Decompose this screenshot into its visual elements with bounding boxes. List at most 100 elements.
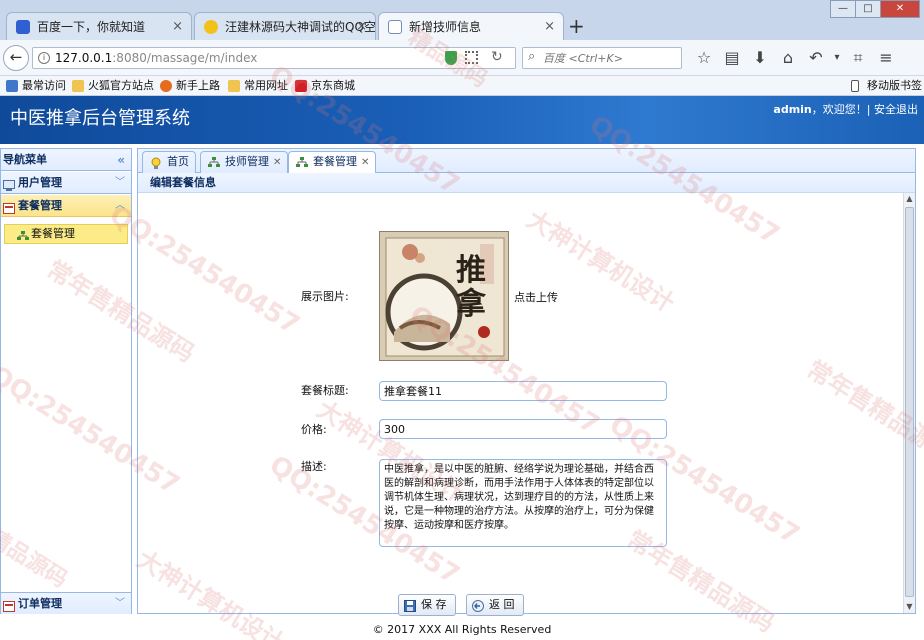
user-info: admin，欢迎您！| 安全退出 [773, 102, 918, 118]
nav-group-packages[interactable]: 套餐管理 ︿ [1, 195, 131, 217]
price-label: 价格: [301, 423, 327, 436]
menu-icon[interactable]: ≡ [872, 48, 900, 68]
home-icon[interactable]: ⌂ [774, 48, 802, 68]
close-icon[interactable]: × [172, 13, 183, 40]
price-input[interactable] [379, 419, 667, 439]
tree-icon [17, 229, 29, 240]
download-icon[interactable]: ⬇ [746, 48, 774, 68]
toolbar-icons: ☆ ▤ ⬇ ⌂ ↶ ▾ ⌗ ≡ [690, 48, 900, 68]
browser-tab-title: 百度一下，你就知道 [37, 20, 146, 34]
browser-tab-title: 汪建林源码大神调试的QQ空 [225, 20, 376, 34]
username: admin [773, 103, 812, 116]
bookmark-newbie[interactable]: 新手上路 [158, 78, 220, 94]
nav-group-orders[interactable]: 订单管理 ﹀ [1, 592, 131, 614]
title-label: 套餐标题: [301, 384, 349, 397]
package-image-preview[interactable]: 推拿 [379, 231, 509, 361]
title-input[interactable] [379, 381, 667, 401]
browser-tab-strip: 百度一下，你就知道 × 汪建林源码大神调试的QQ空 × 新增技师信息 × + —… [0, 0, 924, 41]
save-icon [404, 599, 416, 612]
welcome-text: ，欢迎您！| [811, 103, 871, 116]
tree-icon [208, 156, 220, 168]
scroll-thumb[interactable] [905, 207, 914, 597]
info-icon[interactable]: i [38, 52, 50, 64]
close-icon[interactable]: × [544, 13, 555, 41]
close-icon[interactable]: × [356, 13, 367, 40]
baidu-paw-icon [16, 20, 30, 34]
back-button[interactable]: 返 回 [466, 594, 524, 616]
nav-panel: 导航菜单 « 用户管理 ﹀ 套餐管理 ︿ 套餐管理 订单管理 ﹀ [0, 148, 132, 614]
page-icon [388, 20, 402, 34]
bookmarks-bar: 最常访问 火狐官方站点 新手上路 常用网址 京东商城 移动版书签 [0, 76, 924, 96]
close-icon[interactable]: ✕ [361, 157, 369, 168]
undo-icon[interactable]: ↶ [802, 48, 830, 68]
bookmark-icon [6, 80, 18, 92]
window-controls: — □ ✕ [830, 0, 920, 18]
folder-icon [228, 80, 240, 92]
image-label: 展示图片: [301, 290, 349, 303]
search-input[interactable] [543, 50, 678, 66]
bookmark-jd[interactable]: 京东商城 [293, 78, 355, 94]
crop-icon[interactable]: ⌗ [844, 48, 872, 68]
users-icon [3, 177, 15, 191]
form-panel-title: 编辑套餐信息 [138, 173, 915, 193]
bookmark-star-icon[interactable]: ☆ [690, 48, 718, 68]
content-panel: 首页 技师管理 ✕ 套餐管理 ✕ 编辑套餐信息 展示图片: 推拿 点击上传 套餐标题… [137, 148, 916, 616]
footer: © 2017 XXX All Rights Reserved [0, 620, 924, 640]
tab-home[interactable]: 首页 [142, 151, 196, 173]
description-textarea[interactable]: 中医推拿，是以中医的脏腑、经络学说为理论基础，并结合西医的解剖和病理诊断，而用手… [379, 459, 667, 547]
bookmark-common[interactable]: 常用网址 [226, 78, 288, 94]
close-icon[interactable]: ✕ [273, 157, 281, 168]
app-header: 中医推拿后台管理系统 admin，欢迎您！| 安全退出 [0, 96, 924, 144]
jd-icon [295, 80, 307, 92]
search-icon: ⌕ [528, 49, 536, 64]
browser-tab-title: 新增技师信息 [409, 20, 482, 34]
bookmark-frequent[interactable]: 最常访问 [4, 78, 66, 94]
collapse-icon[interactable]: « [117, 149, 125, 171]
logout-link[interactable]: 安全退出 [874, 103, 918, 116]
mobile-icon [851, 80, 859, 92]
description-label: 描述: [301, 460, 327, 473]
lightbulb-icon [150, 156, 162, 169]
folder-icon [72, 80, 84, 92]
browser-navbar: ← i 127.0.0.1:8080/massage/m/index ↻ ⌕ ☆… [0, 40, 924, 76]
app-title: 中医推拿后台管理系统 [10, 108, 190, 129]
shield-icon[interactable] [445, 51, 457, 65]
url-bar[interactable]: i 127.0.0.1:8080/massage/m/index ↻ [32, 47, 516, 69]
browser-tab-qq[interactable]: 汪建林源码大神调试的QQ空 × [194, 12, 376, 40]
content-tabs: 首页 技师管理 ✕ 套餐管理 ✕ [138, 149, 915, 174]
search-bar[interactable]: ⌕ [522, 47, 682, 69]
chevron-down-icon[interactable]: ﹀ [115, 172, 125, 194]
chevron-up-icon[interactable]: ︿ [115, 195, 125, 217]
scroll-up-icon[interactable]: ▲ [904, 193, 915, 205]
upload-link[interactable]: 点击上传 [514, 289, 558, 305]
dropdown-icon[interactable]: ▾ [830, 48, 844, 68]
firefox-icon [160, 80, 172, 92]
browser-tab-baidu[interactable]: 百度一下，你就知道 × [6, 12, 192, 40]
tree-icon [296, 156, 308, 168]
window-close-button[interactable]: ✕ [880, 0, 920, 18]
qr-code-icon[interactable] [465, 51, 478, 64]
reload-icon[interactable]: ↻ [491, 49, 503, 65]
back-button[interactable]: ← [3, 45, 29, 71]
bookmark-firefox[interactable]: 火狐官方站点 [70, 78, 154, 94]
image-caption: 推拿 [456, 253, 486, 322]
new-tab-button[interactable]: + [568, 14, 585, 38]
minimize-button[interactable]: — [830, 0, 856, 18]
nav-group-users[interactable]: 用户管理 ﹀ [1, 172, 131, 194]
content-scrollbar[interactable]: ▲ ▼ [903, 193, 915, 613]
nav-item-package-management[interactable]: 套餐管理 [4, 224, 128, 244]
qq-space-icon [204, 20, 218, 34]
package-group-icon [3, 200, 15, 214]
tab-package[interactable]: 套餐管理 ✕ [288, 151, 377, 174]
chevron-down-icon[interactable]: ﹀ [115, 593, 125, 615]
url-text[interactable]: 127.0.0.1:8080/massage/m/index [55, 50, 257, 66]
maximize-button[interactable]: □ [855, 0, 881, 18]
orders-icon [3, 598, 15, 612]
reading-list-icon[interactable]: ▤ [718, 48, 746, 68]
back-arrow-icon [472, 599, 484, 612]
save-button[interactable]: 保 存 [398, 594, 456, 616]
bookmark-mobile[interactable]: 移动版书签 [849, 78, 922, 94]
scroll-down-icon[interactable]: ▼ [904, 601, 915, 613]
tab-technician[interactable]: 技师管理 ✕ [200, 151, 289, 173]
browser-tab-current[interactable]: 新增技师信息 × [378, 12, 564, 41]
